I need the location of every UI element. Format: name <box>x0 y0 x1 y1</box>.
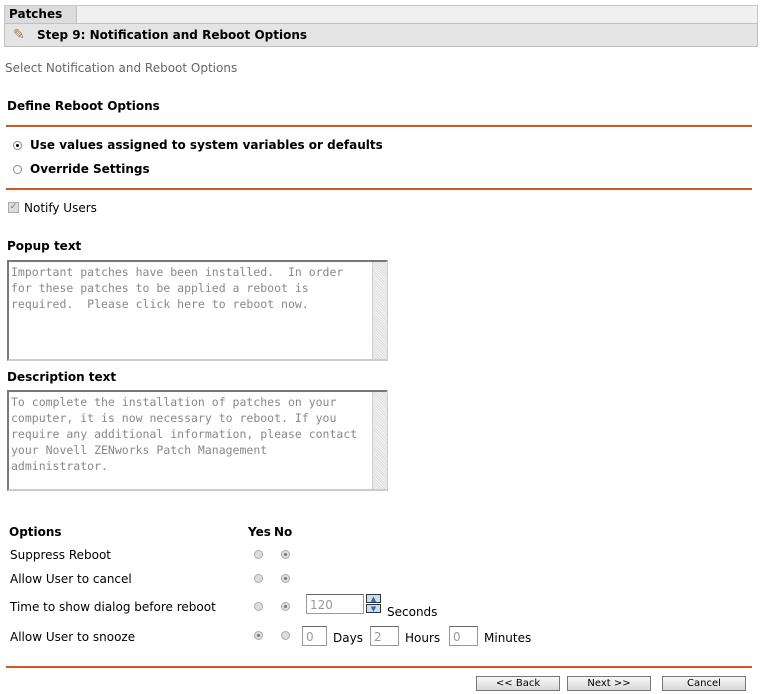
next-button[interactable]: Next >> <box>567 676 651 691</box>
page-subtitle: Select Notification and Reboot Options <box>5 61 238 75</box>
divider <box>6 125 752 127</box>
minutes-input[interactable]: 0 <box>449 626 478 646</box>
minutes-label: Minutes <box>484 631 532 645</box>
notify-users-checkbox[interactable]: ✓ <box>8 202 19 213</box>
notify-users-label: Notify Users <box>24 201 97 215</box>
days-label: Days <box>333 631 363 645</box>
hours-input[interactable]: 2 <box>370 626 399 646</box>
seconds-label: Seconds <box>387 605 438 619</box>
allow-cancel-no[interactable] <box>281 574 290 583</box>
spin-up-icon[interactable]: ▲ <box>366 594 381 603</box>
divider <box>6 188 752 190</box>
suppress-reboot-no[interactable] <box>281 550 290 559</box>
page-header: Patches <box>4 5 758 24</box>
hours-label: Hours <box>405 631 441 645</box>
seconds-input[interactable]: 120 <box>306 594 364 614</box>
wizard-wand-icon: ✎ <box>13 27 25 43</box>
no-header: No <box>274 525 293 539</box>
step-header: ✎ Step 9: Notification and Reboot Option… <box>4 23 758 47</box>
popup-text-label: Popup text <box>7 239 82 253</box>
dialog-time-no[interactable] <box>281 602 290 611</box>
spin-down-icon[interactable]: ▼ <box>366 604 381 613</box>
description-text-area[interactable]: To complete the installation of patches … <box>7 390 388 491</box>
popup-scrollbar[interactable] <box>372 262 387 359</box>
radio-use-defaults[interactable] <box>13 141 22 150</box>
snooze-label: Allow User to snooze <box>10 630 136 644</box>
tab-patches[interactable]: Patches <box>5 6 77 23</box>
suppress-reboot-label: Suppress Reboot <box>10 548 112 562</box>
radio-override-label: Override Settings <box>30 162 150 176</box>
reboot-section-title: Define Reboot Options <box>7 99 160 113</box>
divider <box>6 666 752 668</box>
snooze-no[interactable] <box>281 631 290 640</box>
description-text-label: Description text <box>7 370 117 384</box>
dialog-time-label: Time to show dialog before reboot <box>10 600 216 614</box>
days-input[interactable]: 0 <box>302 626 327 646</box>
back-button[interactable]: << Back <box>476 676 560 691</box>
popup-text-area[interactable]: Important patches have been installed. I… <box>7 260 388 361</box>
allow-cancel-label: Allow User to cancel <box>10 572 132 586</box>
snooze-yes[interactable] <box>254 631 263 640</box>
yes-header: Yes <box>248 525 271 539</box>
cancel-button[interactable]: Cancel <box>662 676 746 691</box>
allow-cancel-yes[interactable] <box>254 574 263 583</box>
suppress-reboot-yes[interactable] <box>254 550 263 559</box>
step-title: Step 9: Notification and Reboot Options <box>37 28 308 42</box>
radio-override-settings[interactable] <box>13 165 22 174</box>
options-header: Options <box>9 525 62 539</box>
dialog-time-yes[interactable] <box>254 602 263 611</box>
radio-use-defaults-label: Use values assigned to system variables … <box>30 138 383 152</box>
description-scrollbar[interactable] <box>372 392 387 489</box>
